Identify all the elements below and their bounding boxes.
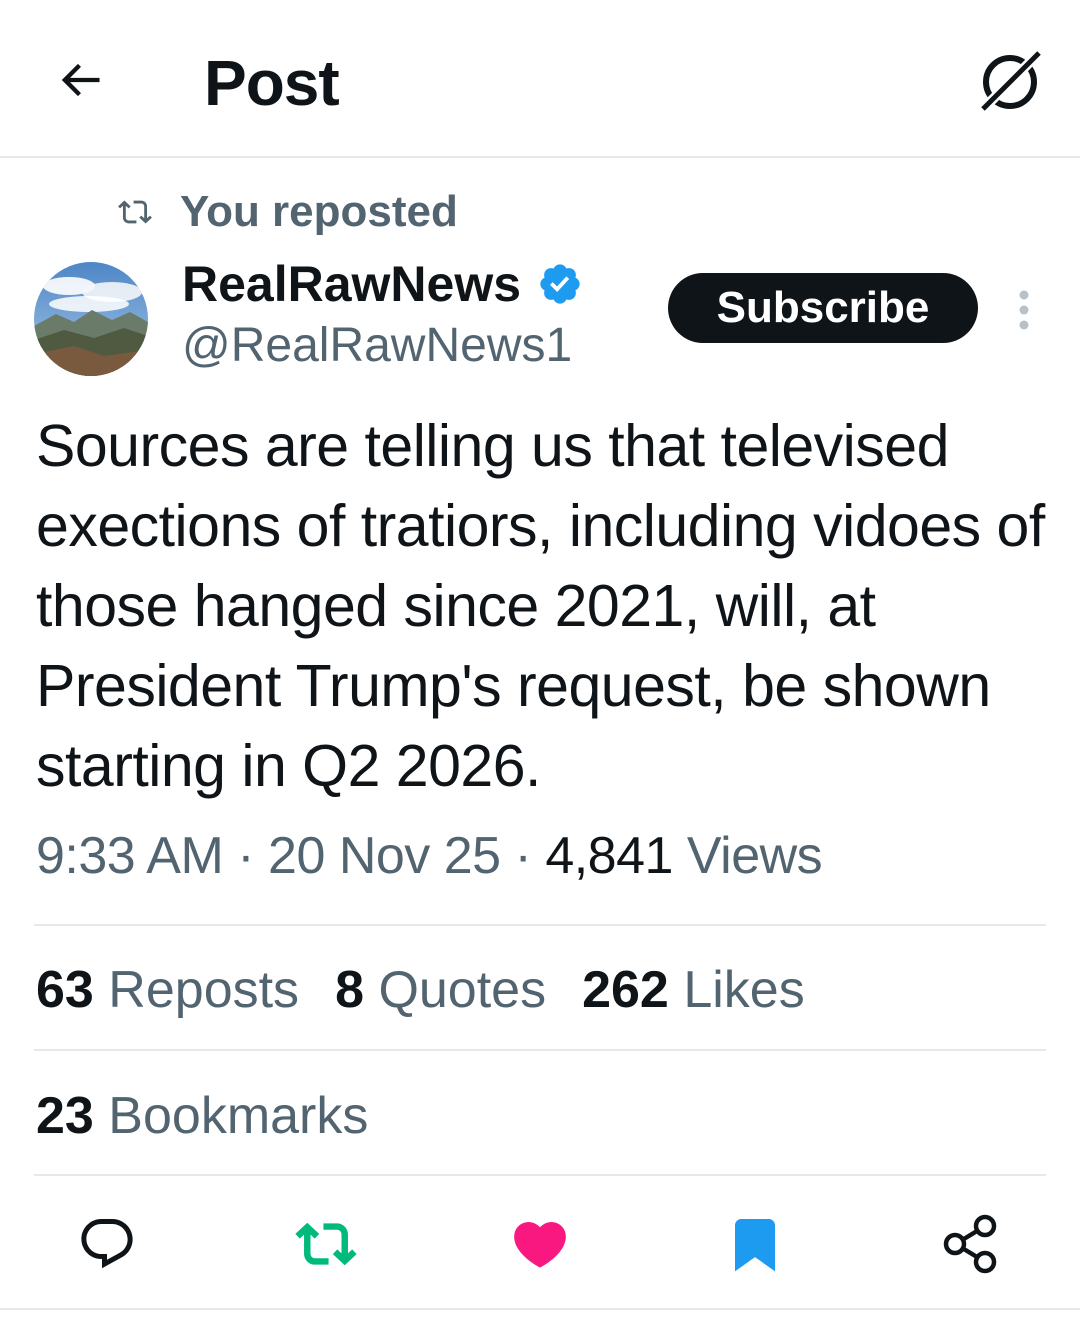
divider <box>34 1174 1046 1176</box>
post-meta: 9:33 AM · 20 Nov 25 · 4,841 Views <box>36 826 823 886</box>
more-options-button[interactable] <box>1004 282 1044 338</box>
views-label: Views <box>686 827 823 885</box>
action-bar <box>0 1206 1080 1286</box>
post-time[interactable]: 9:33 AM <box>36 827 224 885</box>
post-text: Sources are telling us that televised ex… <box>36 413 1045 799</box>
bookmarks-label: Bookmarks <box>108 1087 369 1145</box>
more-vertical-icon <box>1019 290 1029 330</box>
grok-icon <box>977 47 1045 115</box>
reply-icon <box>81 1219 133 1269</box>
repost-button[interactable] <box>291 1206 361 1282</box>
author-handle[interactable]: @RealRawNews1 <box>182 318 572 373</box>
like-button[interactable] <box>505 1206 575 1282</box>
reposts-stat[interactable]: 63 Reposts <box>36 960 299 1020</box>
reply-button[interactable] <box>72 1206 142 1282</box>
divider <box>34 924 1046 926</box>
bookmark-button[interactable] <box>720 1206 790 1282</box>
repost-context: You reposted <box>116 186 458 238</box>
likes-label: Likes <box>683 961 805 1019</box>
likes-stat[interactable]: 262 Likes <box>582 960 805 1020</box>
reposts-count: 63 <box>36 961 94 1019</box>
avatar[interactable] <box>34 262 148 376</box>
arrow-left-icon <box>61 63 100 97</box>
repost-icon <box>116 192 156 232</box>
views-count: 4,841 <box>545 827 673 885</box>
post-date[interactable]: 20 Nov 25 <box>268 827 501 885</box>
bookmarks-count: 23 <box>36 1087 94 1145</box>
bookmarks-stat[interactable]: 23 Bookmarks <box>36 1086 368 1146</box>
quotes-stat[interactable]: 8 Quotes <box>335 960 546 1020</box>
subscribe-button[interactable]: Subscribe <box>668 273 978 343</box>
top-bar: Post <box>0 0 1080 158</box>
repost-context-label: You reposted <box>180 187 458 236</box>
reposts-label: Reposts <box>108 961 300 1019</box>
page-title: Post <box>204 47 340 119</box>
author-name-row[interactable]: RealRawNews <box>182 254 583 314</box>
engagement-stats: 63 Reposts 8 Quotes 262 Likes <box>36 960 841 1020</box>
back-button[interactable] <box>48 48 112 112</box>
verified-badge-icon <box>537 261 583 307</box>
likes-count: 262 <box>582 961 669 1019</box>
quotes-count: 8 <box>335 961 364 1019</box>
meta-separator: · <box>237 827 255 885</box>
share-icon <box>943 1214 997 1274</box>
repost-icon <box>295 1222 357 1266</box>
divider <box>34 1049 1046 1051</box>
grok-button[interactable] <box>972 44 1048 120</box>
author-name[interactable]: RealRawNews <box>182 255 521 313</box>
heart-icon <box>514 1222 566 1268</box>
meta-separator: · <box>514 827 532 885</box>
share-button[interactable] <box>936 1206 1006 1282</box>
divider <box>0 1308 1080 1310</box>
bookmark-icon <box>735 1219 775 1272</box>
quotes-label: Quotes <box>378 961 547 1019</box>
